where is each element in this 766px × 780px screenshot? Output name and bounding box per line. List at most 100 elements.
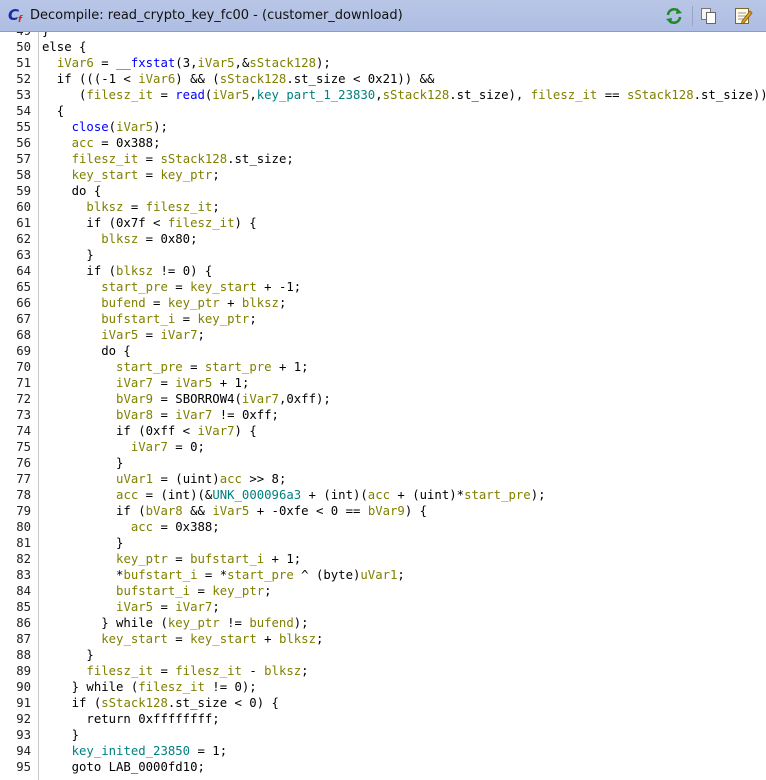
variable-token[interactable]: iVar5: [212, 504, 249, 518]
variable-token[interactable]: filesz_it: [168, 216, 235, 230]
variable-token[interactable]: bufstart_i: [116, 584, 190, 598]
variable-token[interactable]: filesz_it: [175, 664, 242, 678]
variable-token[interactable]: filesz_it: [72, 152, 139, 166]
variable-token[interactable]: blksz: [86, 200, 123, 214]
variable-token[interactable]: iVar6: [57, 56, 94, 70]
refresh-icon[interactable]: [664, 6, 684, 26]
variable-token[interactable]: start_pre: [101, 280, 168, 294]
variable-token[interactable]: blksz: [264, 664, 301, 678]
variable-token[interactable]: key_start: [101, 632, 168, 646]
copy-icon[interactable]: [699, 6, 719, 26]
code-view[interactable]: 49}50else {51 iVar6 = __fxstat(3,iVar5,&…: [0, 32, 766, 780]
variable-token[interactable]: acc: [116, 488, 138, 502]
variable-token[interactable]: key_ptr: [116, 552, 168, 566]
variable-token[interactable]: start_pre: [116, 360, 183, 374]
code-line: 69 do {: [0, 343, 766, 359]
variable-token[interactable]: sStack128: [101, 696, 168, 710]
code-token: + 1;: [271, 360, 309, 374]
variable-token[interactable]: sStack128: [383, 88, 450, 102]
variable-token[interactable]: bVar9: [116, 392, 153, 406]
variable-token[interactable]: bufend: [101, 296, 145, 310]
variable-token[interactable]: start_pre: [227, 568, 294, 582]
variable-token[interactable]: key_ptr: [168, 616, 220, 630]
variable-token[interactable]: filesz_it: [138, 680, 205, 694]
variable-token[interactable]: bVar9: [368, 504, 405, 518]
line-number: 84: [16, 584, 31, 598]
edit-icon[interactable]: [733, 6, 753, 26]
variable-token[interactable]: bufend: [249, 616, 293, 630]
line-code: if (sStack128.st_size < 0) {: [42, 695, 279, 711]
variable-token[interactable]: iVar5: [175, 376, 212, 390]
variable-token[interactable]: iVar5: [198, 56, 235, 70]
line-number: 71: [16, 376, 31, 390]
variable-token[interactable]: iVar6: [138, 72, 175, 86]
variable-token[interactable]: start_pre: [205, 360, 272, 374]
line-number: 49: [0, 32, 31, 39]
variable-token[interactable]: sStack128: [160, 152, 227, 166]
global-token[interactable]: key_inited_23850: [72, 744, 190, 758]
variable-token[interactable]: sStack128: [627, 88, 694, 102]
variable-token[interactable]: bVar8: [146, 504, 183, 518]
variable-token[interactable]: acc: [368, 488, 390, 502]
code-token: ;: [212, 600, 220, 614]
line-number: 63: [16, 248, 31, 262]
variable-token[interactable]: blksz: [242, 296, 279, 310]
code-line: 92 return 0xffffffff;: [0, 711, 766, 727]
variable-token[interactable]: iVar5: [116, 600, 153, 614]
variable-token[interactable]: iVar7: [131, 440, 168, 454]
code-line: 76 }: [0, 455, 766, 471]
line-code: if (0x7f < filesz_it) {: [42, 215, 256, 231]
variable-token[interactable]: bufstart_i: [190, 552, 264, 566]
variable-token[interactable]: key_start: [190, 280, 257, 294]
variable-token[interactable]: iVar5: [101, 328, 138, 342]
variable-token[interactable]: bVar8: [116, 408, 153, 422]
variable-token[interactable]: acc: [131, 520, 153, 534]
variable-token[interactable]: iVar5: [116, 120, 153, 134]
global-token[interactable]: key_part_1_23830: [257, 88, 375, 102]
variable-token[interactable]: iVar5: [212, 88, 249, 102]
variable-token[interactable]: uVar1: [116, 472, 153, 486]
code-token: =: [167, 280, 191, 294]
variable-token[interactable]: blksz: [116, 264, 153, 278]
variable-token[interactable]: iVar7: [175, 408, 212, 422]
code-line: 87 key_start = key_start + blksz;: [0, 631, 766, 647]
variable-token[interactable]: key_ptr: [198, 312, 250, 326]
variable-token[interactable]: key_ptr: [160, 168, 212, 182]
variable-token[interactable]: key_ptr: [212, 584, 264, 598]
variable-token[interactable]: filesz_it: [86, 88, 153, 102]
variable-token[interactable]: bufstart_i: [101, 312, 175, 326]
function-token[interactable]: close: [72, 120, 109, 134]
variable-token[interactable]: blksz: [279, 632, 316, 646]
variable-token[interactable]: iVar7: [197, 424, 234, 438]
code-token: =: [167, 632, 191, 646]
variable-token[interactable]: filesz_it: [86, 664, 153, 678]
variable-token[interactable]: key_ptr: [168, 296, 220, 310]
variable-token[interactable]: iVar7: [160, 328, 197, 342]
variable-token[interactable]: sStack128: [249, 56, 316, 70]
variable-token[interactable]: key_start: [72, 168, 139, 182]
code-line: 61 if (0x7f < filesz_it) {: [0, 215, 766, 231]
function-token[interactable]: __fxstat: [116, 56, 175, 70]
variable-token[interactable]: uVar1: [360, 568, 397, 582]
function-token[interactable]: read: [175, 88, 205, 102]
variable-token[interactable]: key_start: [190, 632, 257, 646]
line-code: do {: [42, 343, 131, 359]
variable-token[interactable]: iVar7: [242, 392, 279, 406]
decompiler-icon: Cf: [8, 6, 22, 26]
variable-token[interactable]: blksz: [101, 232, 138, 246]
variable-token[interactable]: filesz_it: [146, 200, 213, 214]
variable-token[interactable]: start_pre: [464, 488, 531, 502]
variable-token[interactable]: acc: [72, 136, 94, 150]
variable-token[interactable]: acc: [220, 472, 242, 486]
variable-token[interactable]: iVar7: [175, 600, 212, 614]
variable-token[interactable]: filesz_it: [531, 88, 598, 102]
variable-token[interactable]: sStack128: [220, 72, 287, 86]
variable-token[interactable]: iVar7: [116, 376, 153, 390]
variable-token[interactable]: bufstart_i: [123, 568, 197, 582]
global-token[interactable]: UNK_000096a3: [212, 488, 301, 502]
